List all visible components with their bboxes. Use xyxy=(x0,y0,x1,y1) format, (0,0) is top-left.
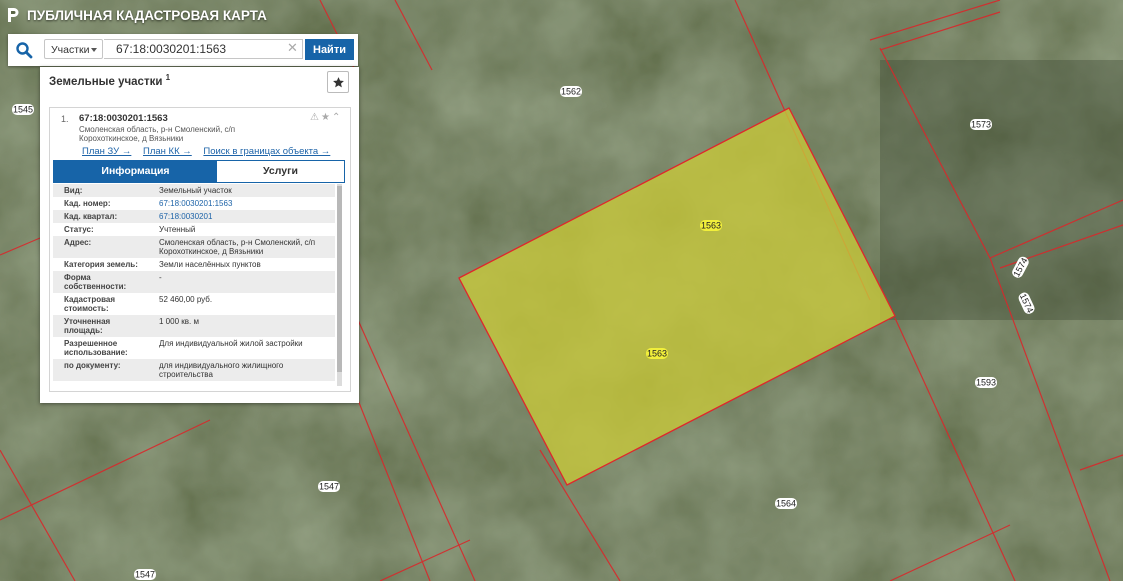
table-row: Уточненная площадь: 1 000 кв. м xyxy=(53,315,335,337)
warning-icon[interactable]: ⚠ xyxy=(310,112,321,123)
clear-icon[interactable]: ✕ xyxy=(287,40,298,56)
plan-kk-link[interactable]: План КК → xyxy=(143,146,192,157)
find-button[interactable]: Найти xyxy=(305,39,354,60)
search-input[interactable] xyxy=(104,39,303,59)
favorites-button[interactable] xyxy=(327,71,349,93)
svg-text:1547: 1547 xyxy=(319,482,339,492)
table-row: Категория земель: Земли населённых пункто… xyxy=(64,260,261,269)
info-table: Вид: Земельный участок Кад. номер: 67:18:0… xyxy=(53,184,335,381)
chevron-down-icon xyxy=(91,48,97,52)
result-address: Смоленская область, р-н Смоленский, с/п … xyxy=(79,125,236,143)
table-row: Кад. квартал: 67:18:0030201 xyxy=(53,210,335,223)
star-icon[interactable]: ★ xyxy=(321,112,332,123)
table-row: Вид: Земельный участок xyxy=(53,184,335,197)
table-row: Разрешенное использование: Для индивидуал… xyxy=(64,339,303,357)
parcel-label-1573[interactable]: 1573 xyxy=(970,119,992,130)
parcel-label-1545[interactable]: 1545 xyxy=(12,104,34,115)
result-cad-number[interactable]: 67:18:0030201:1563 xyxy=(79,113,168,124)
chevron-up-icon[interactable]: ⌃ xyxy=(332,112,342,123)
card-links: План ЗУ → План КК → Поиск в границах объ… xyxy=(82,146,339,157)
results-panel: Земельные участки 1 1. 67:18:0030201:156… xyxy=(40,67,359,403)
tab-info[interactable]: Информация xyxy=(54,161,217,182)
search-icon[interactable] xyxy=(15,41,33,59)
table-row: по документу: для индивидуального жилищно… xyxy=(53,359,335,381)
svg-text:1573: 1573 xyxy=(971,120,991,130)
svg-text:1563: 1563 xyxy=(701,221,721,231)
result-index: 1. xyxy=(61,114,69,124)
panel-title: Земельные участки 1 xyxy=(49,73,171,88)
tab-services[interactable]: Услуги xyxy=(217,161,344,182)
rosreestr-logo-icon xyxy=(8,8,19,22)
search-type-select[interactable]: Участки xyxy=(44,39,103,59)
parcel-label-1593[interactable]: 1593 xyxy=(975,377,997,388)
dark-forest-area xyxy=(880,60,1123,320)
parcel-label-1564[interactable]: 1564 xyxy=(775,498,797,509)
app-header: ПУБЛИЧНАЯ КАДАСТРОВАЯ КАРТА xyxy=(0,0,267,30)
search-bounds-link[interactable]: Поиск в границах объекта → xyxy=(203,146,330,157)
svg-text:1564: 1564 xyxy=(776,499,796,509)
card-actions: ⚠★⌃ xyxy=(310,112,342,123)
table-row: Статус: Учтенный xyxy=(64,225,196,234)
search-type-label: Участки xyxy=(51,44,90,56)
svg-text:1545: 1545 xyxy=(13,105,33,115)
result-card: 1. 67:18:0030201:1563 Смоленская область… xyxy=(49,107,351,392)
table-row: Адрес: Смоленская область, р-н Смоленский… xyxy=(53,236,335,258)
parcel-label-1563-top[interactable]: 1563 xyxy=(700,220,722,231)
table-row: Форма собственности: - xyxy=(53,271,335,293)
plan-zu-link[interactable]: План ЗУ → xyxy=(82,146,131,157)
parcel-label-1562[interactable]: 1562 xyxy=(560,86,582,97)
star-icon xyxy=(332,76,344,87)
scroll-thumb[interactable] xyxy=(337,186,342,372)
result-tabs: Информация Услуги xyxy=(53,160,345,183)
parcel-label-1563-center[interactable]: 1563 xyxy=(646,348,668,359)
table-row: Кадастровая стоимость: 52 460,00 руб. xyxy=(64,295,213,313)
result-count: 1 xyxy=(165,73,171,82)
svg-text:1547: 1547 xyxy=(135,570,155,580)
table-row: Кад. номер: 67:18:0030201:1563 xyxy=(64,199,233,208)
svg-text:1563: 1563 xyxy=(647,349,667,359)
parcel-label-1547[interactable]: 1547 xyxy=(318,481,340,492)
info-scrollbar[interactable] xyxy=(337,184,342,386)
search-bar: Участки ✕ Найти xyxy=(8,34,358,66)
parcel-label-1547-bottom[interactable]: 1547 xyxy=(134,569,156,580)
app-title: ПУБЛИЧНАЯ КАДАСТРОВАЯ КАРТА xyxy=(27,7,267,23)
svg-text:1593: 1593 xyxy=(976,378,996,388)
svg-text:1562: 1562 xyxy=(561,87,581,97)
